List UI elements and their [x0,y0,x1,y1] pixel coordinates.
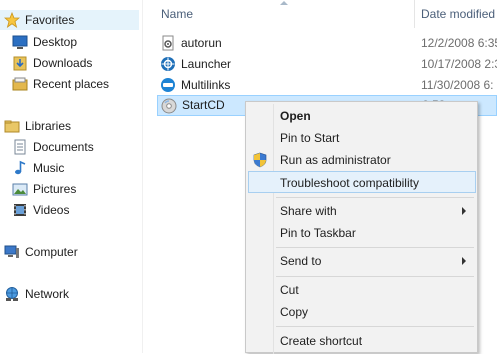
column-header-name[interactable]: Name [161,0,193,28]
nav-videos-label: Videos [33,203,70,217]
nav-favorites-label: Favorites [25,13,75,27]
libraries-icon [4,118,20,134]
pictures-icon [12,181,28,197]
menu-item-copy-label: Copy [280,305,309,319]
nav-libraries-label: Libraries [25,119,72,133]
menu-item-send-to-label: Send to [280,254,322,268]
submenu-arrow-icon [462,257,466,265]
settings-file-icon [160,35,176,51]
nav-favorites[interactable]: Favorites [0,10,139,30]
menu-item-pin-to-start[interactable]: Pin to Start [248,127,476,149]
recent-places-icon [12,76,28,92]
nav-computer-label: Computer [25,245,78,259]
computer-icon [4,244,20,260]
file-row-launcher[interactable]: Launcher 10/17/2008 2:3 [157,54,497,75]
nav-desktop-label: Desktop [33,35,78,49]
launcher-app-icon [160,56,176,72]
file-date: 10/17/2008 2:3 [421,57,497,71]
menu-item-troubleshoot-compatibility-label: Troubleshoot compatibility [280,176,419,190]
file-date: 11/30/2008 6: [421,78,494,92]
menu-item-cut[interactable]: Cut [248,279,476,301]
menu-separator [276,247,474,248]
nav-music[interactable]: Music [12,158,64,178]
column-separator[interactable] [414,0,415,28]
nav-desktop[interactable]: Desktop [12,32,77,52]
menu-item-send-to[interactable]: Send to [248,250,476,272]
menu-item-run-as-administrator[interactable]: Run as administrator [248,149,476,171]
nav-documents[interactable]: Documents [12,137,94,157]
sort-ascending-icon [280,1,288,5]
menu-item-troubleshoot-compatibility[interactable]: Troubleshoot compatibility [248,171,476,193]
cd-app-icon [161,98,177,114]
nav-documents-label: Documents [33,140,94,154]
menu-item-run-as-administrator-label: Run as administrator [280,153,391,167]
file-name: Launcher [181,57,232,71]
column-header-date-modified[interactable]: Date modified [421,0,495,28]
nav-computer[interactable]: Computer [4,242,78,262]
network-icon [4,286,20,302]
nav-network[interactable]: Network [4,284,69,304]
downloads-folder-icon [12,55,28,71]
file-name: Multilinks [181,78,231,92]
desktop-icon [12,34,28,50]
videos-icon [12,202,28,218]
menu-item-open-label: Open [280,109,311,123]
nav-videos[interactable]: Videos [12,200,69,220]
documents-icon [12,139,28,155]
nav-downloads[interactable]: Downloads [12,53,92,73]
music-note-icon [12,160,28,176]
star-icon [3,11,21,28]
nav-downloads-label: Downloads [33,56,93,70]
menu-separator [276,326,474,327]
menu-item-copy[interactable]: Copy [248,301,476,323]
context-menu: Open Pin to Start Run as administrator T… [245,101,478,354]
nav-pictures-label: Pictures [33,182,77,196]
nav-music-label: Music [33,161,65,175]
menu-item-pin-to-taskbar[interactable]: Pin to Taskbar [248,222,476,244]
menu-separator [276,276,474,277]
menu-item-pin-to-taskbar-label: Pin to Taskbar [280,226,356,240]
nav-libraries[interactable]: Libraries [4,116,71,136]
file-name: StartCD [182,98,225,112]
menu-item-cut-label: Cut [280,283,299,297]
nav-network-label: Network [25,287,70,301]
nav-recent-places-label: Recent places [33,77,110,91]
navigation-pane: Favorites Desktop Downloads Recent place… [0,0,143,353]
file-name: autorun [181,36,222,50]
menu-item-open[interactable]: Open [248,105,476,127]
menu-item-share-with[interactable]: Share with [248,200,476,222]
menu-separator [276,197,474,198]
nav-pictures[interactable]: Pictures [12,179,76,199]
menu-item-create-shortcut-label: Create shortcut [280,334,363,348]
menu-item-share-with-label: Share with [280,204,337,218]
submenu-arrow-icon [462,207,466,215]
menu-item-pin-to-start-label: Pin to Start [280,131,340,145]
file-date: 12/2/2008 6:35 [421,36,497,50]
menu-item-create-shortcut[interactable]: Create shortcut [248,330,476,352]
multilinks-app-icon [160,77,176,93]
nav-recent-places[interactable]: Recent places [12,74,109,94]
uac-shield-icon [252,152,268,168]
file-row-multilinks[interactable]: Multilinks 11/30/2008 6: [157,75,497,96]
file-row-autorun[interactable]: autorun 12/2/2008 6:35 [157,33,497,54]
